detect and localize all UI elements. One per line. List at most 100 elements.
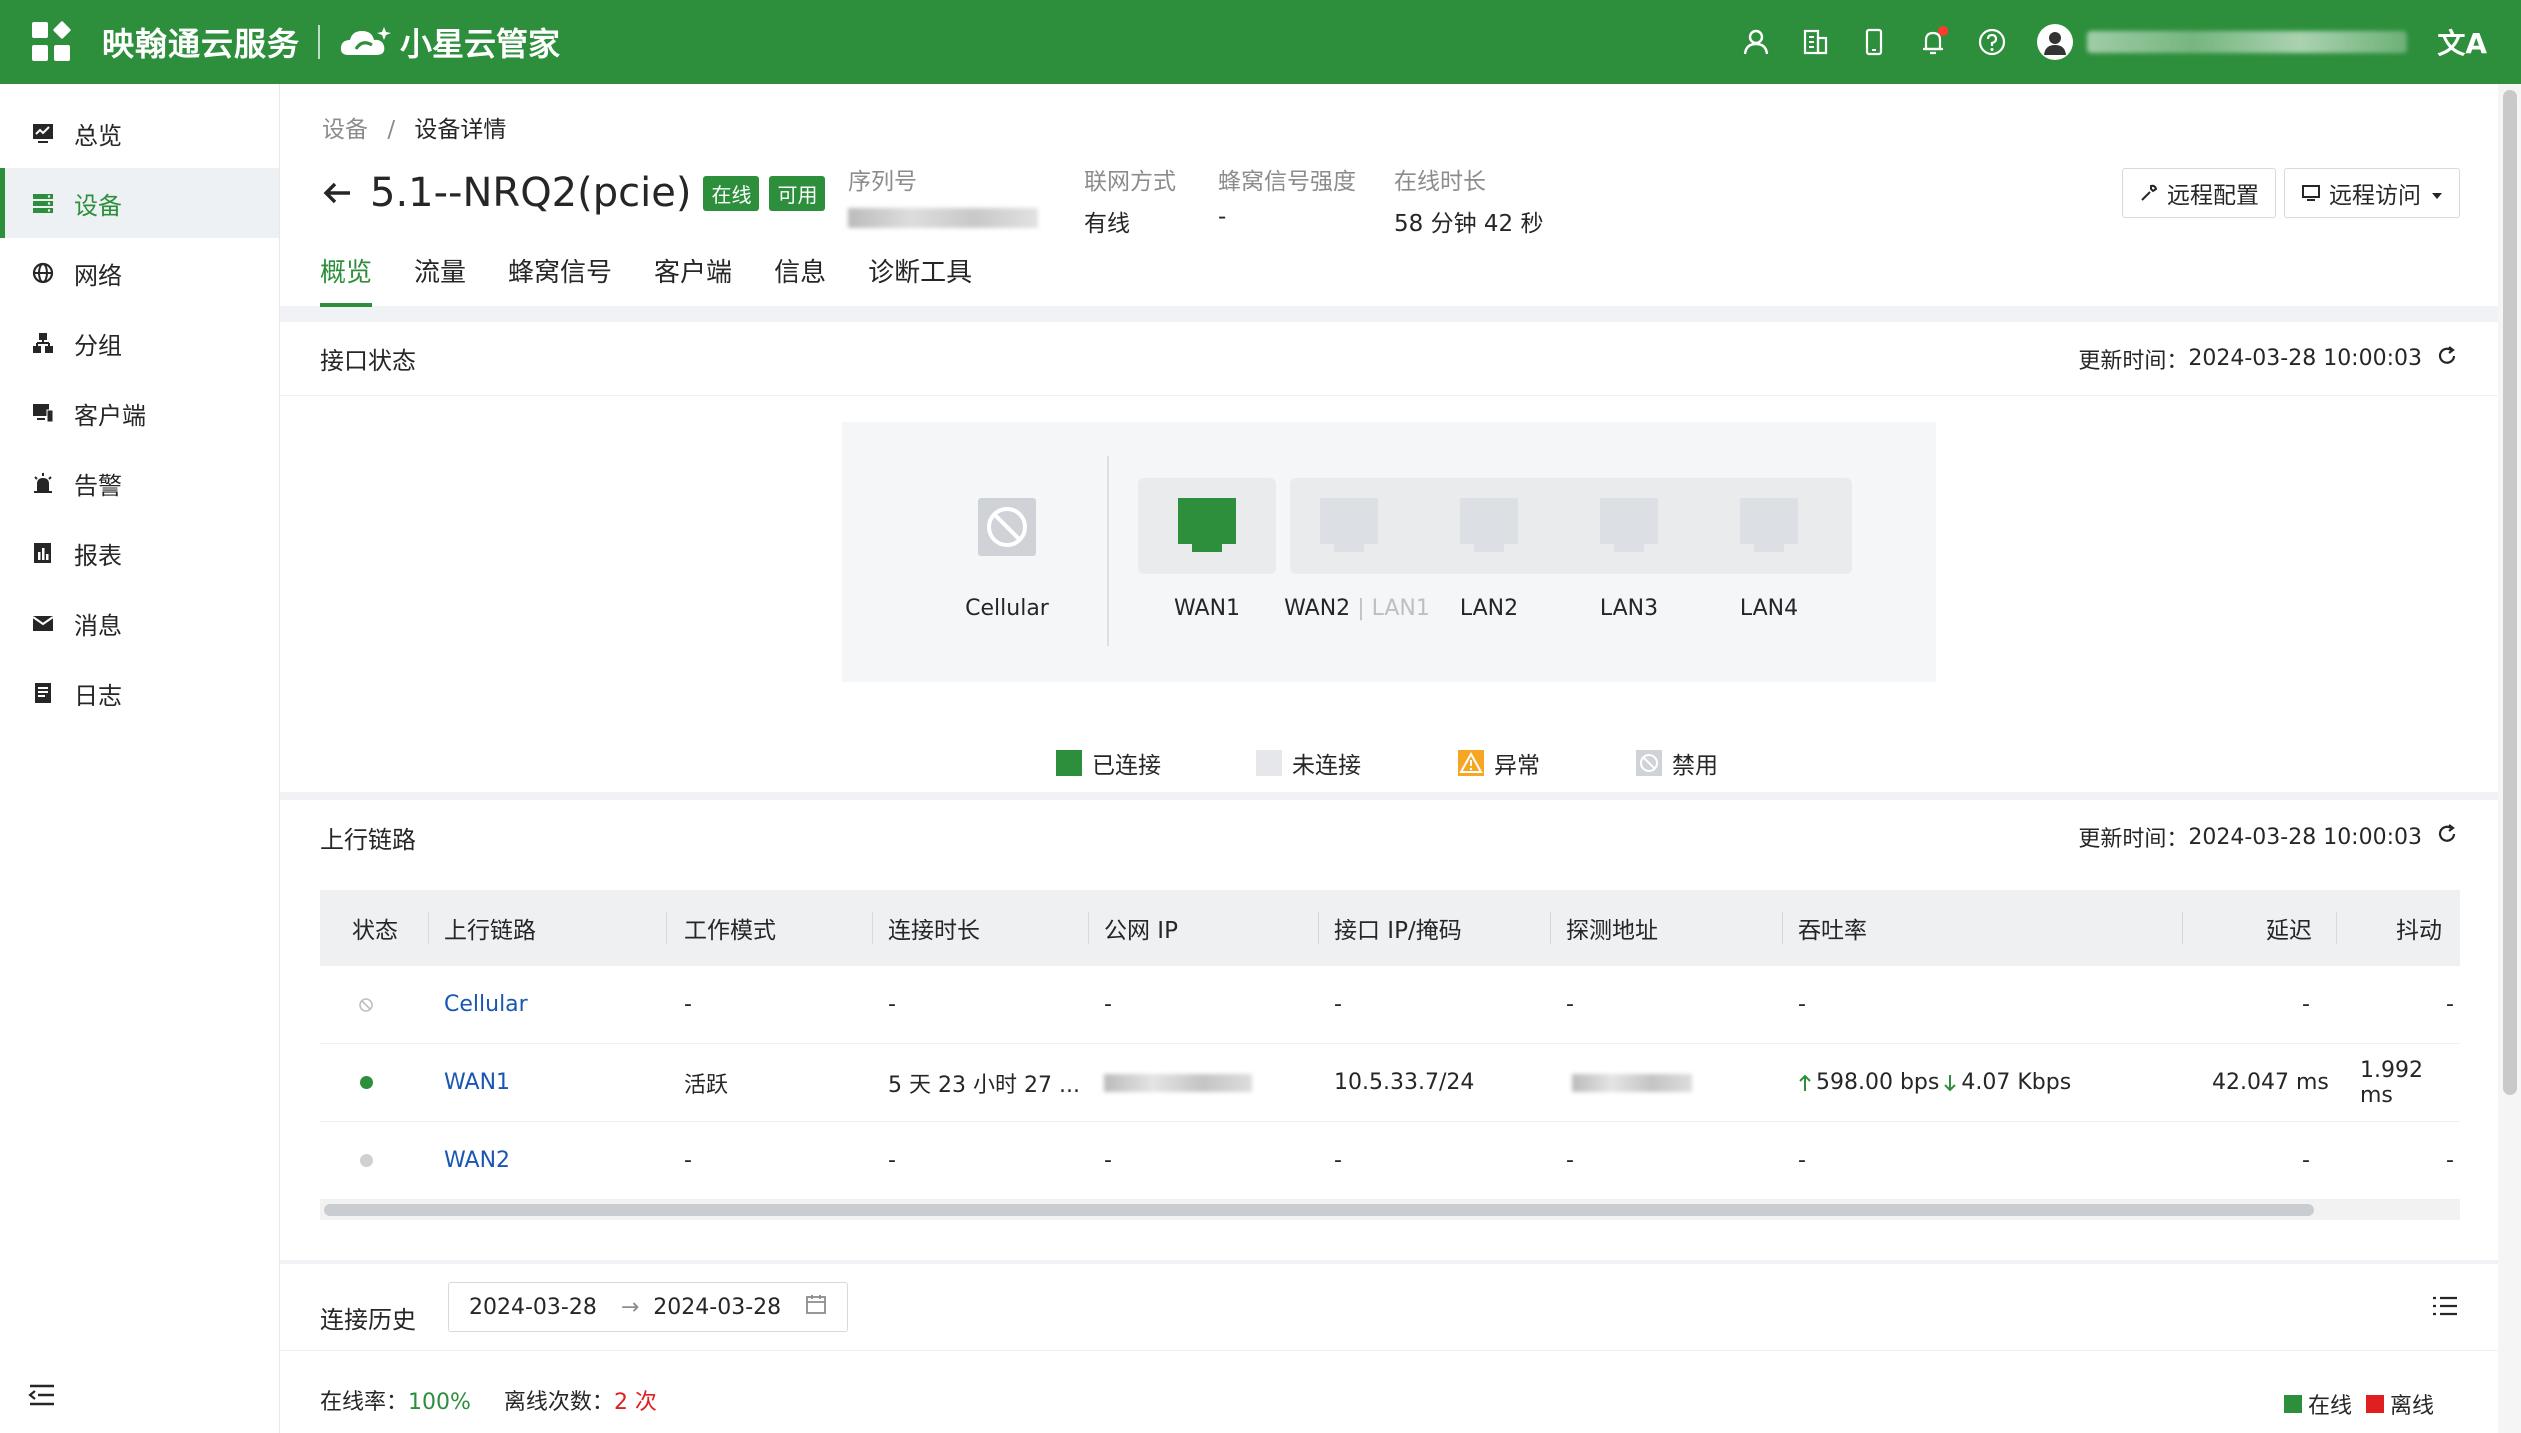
refresh-icon[interactable] bbox=[2436, 345, 2458, 373]
connection-meta: 联网方式 有线 bbox=[1084, 162, 1176, 238]
col-jitter: 抖动 bbox=[2396, 918, 2442, 944]
back-arrow-icon[interactable] bbox=[320, 176, 354, 210]
tab-cellular-signal[interactable]: 蜂窝信号 bbox=[508, 252, 612, 307]
user-name-redacted[interactable] bbox=[2087, 31, 2408, 53]
calendar-icon[interactable] bbox=[805, 1293, 827, 1321]
sidebar-item-label: 客户端 bbox=[74, 401, 146, 430]
cell-probe: - bbox=[1566, 992, 1574, 1017]
page-scrollbar-thumb[interactable] bbox=[2503, 90, 2517, 1095]
client-icon bbox=[32, 402, 54, 424]
mobile-icon[interactable] bbox=[1857, 25, 1891, 59]
connected-swatch bbox=[1056, 750, 1082, 776]
date-range-picker[interactable]: 2024-03-28 → 2024-03-28 bbox=[448, 1282, 848, 1332]
table-horizontal-scrollbar[interactable] bbox=[320, 1200, 2460, 1220]
sidebar-item-overview[interactable]: 总览 bbox=[0, 98, 279, 168]
offline-count-label: 离线次数： bbox=[503, 1390, 614, 1415]
uplink-name-link[interactable]: Cellular bbox=[444, 966, 528, 1043]
cell-mode: - bbox=[684, 992, 692, 1017]
date-end[interactable]: 2024-03-28 bbox=[653, 1295, 781, 1320]
main-content: 设备 / 设备详情 5.1--NRQ2(pcie) 在线 可用 序列号 联网方式… bbox=[280, 84, 2498, 1433]
uplink-card: 上行链路 更新时间： 2024-03-28 10:00:03 状态 上行链路 工… bbox=[280, 800, 2498, 1260]
sidebar-item-reports[interactable]: 报表 bbox=[0, 518, 279, 588]
legend-label: 未连接 bbox=[1292, 753, 1361, 779]
tab-overview[interactable]: 概览 bbox=[320, 252, 373, 307]
table-row[interactable]: WAN1 活跃 5 天 23 小时 27 ... 10.5.33.7/24 59… bbox=[320, 1044, 2460, 1122]
breadcrumb-current: 设备详情 bbox=[414, 117, 507, 143]
sidebar-item-devices[interactable]: 设备 bbox=[0, 168, 279, 238]
list-view-icon[interactable] bbox=[2432, 1294, 2458, 1324]
interface-status-title: 接口状态 bbox=[320, 347, 416, 375]
update-time-value: 2024-03-28 10:00:03 bbox=[2188, 824, 2422, 850]
port-lan4[interactable] bbox=[1740, 498, 1798, 562]
sidebar-item-network[interactable]: 网络 bbox=[0, 238, 279, 308]
port-label-lan2: LAN2 bbox=[1459, 596, 1519, 621]
language-icon[interactable]: 文A bbox=[2437, 22, 2487, 62]
brand-secondary-text: 小星云管家 bbox=[400, 25, 561, 63]
tab-traffic[interactable]: 流量 bbox=[414, 252, 466, 307]
connection-value: 有线 bbox=[1084, 211, 1130, 237]
update-label: 更新时间： bbox=[2078, 827, 2189, 852]
table-row[interactable]: WAN2 - - - - - - - - bbox=[320, 1122, 2460, 1200]
cell-duration: - bbox=[888, 992, 896, 1017]
tab-clients[interactable]: 客户端 bbox=[654, 252, 732, 307]
top-bar: 映翰通云服务 小星云管家 文A bbox=[0, 0, 2521, 84]
avatar[interactable] bbox=[2037, 24, 2074, 60]
legend-online-label: 在线 bbox=[2308, 1394, 2353, 1419]
uplink-title: 上行链路 bbox=[320, 825, 416, 854]
sidebar-item-label: 设备 bbox=[74, 191, 122, 220]
bell-icon[interactable] bbox=[1916, 25, 1950, 59]
remote-config-label: 远程配置 bbox=[2167, 183, 2259, 209]
server-icon bbox=[32, 192, 54, 214]
globe-icon bbox=[32, 262, 54, 284]
table-row[interactable]: Cellular - - - - - - - - bbox=[320, 966, 2460, 1044]
app-grid-icon[interactable] bbox=[32, 20, 72, 62]
signal-meta: 蜂窝信号强度 - bbox=[1218, 162, 1356, 230]
cell-mode: 活跃 bbox=[684, 1072, 729, 1098]
date-start[interactable]: 2024-03-28 bbox=[469, 1295, 597, 1320]
sidebar-item-alarms[interactable]: 告警 bbox=[0, 448, 279, 518]
arrow-up-icon bbox=[1799, 1074, 1811, 1091]
port-wan1[interactable] bbox=[1178, 498, 1236, 562]
remote-config-button[interactable]: 远程配置 bbox=[2122, 168, 2276, 218]
port-lan3[interactable] bbox=[1600, 498, 1658, 562]
refresh-icon[interactable] bbox=[2436, 823, 2458, 851]
help-icon[interactable] bbox=[1975, 25, 2009, 59]
online-rate-label: 在线率： bbox=[320, 1390, 409, 1415]
uplink-name-link[interactable]: WAN2 bbox=[444, 1122, 510, 1199]
sidebar-item-logs[interactable]: 日志 bbox=[0, 658, 279, 728]
legend-label: 已连接 bbox=[1092, 753, 1161, 779]
cell-probe-redacted bbox=[1572, 1044, 1692, 1121]
disabled-port-icon bbox=[978, 498, 1036, 556]
port-cellular[interactable] bbox=[978, 498, 1036, 562]
uplink-header: 上行链路 更新时间： 2024-03-28 10:00:03 bbox=[280, 800, 2498, 874]
remote-access-button[interactable]: 远程访问 bbox=[2284, 168, 2460, 218]
col-duration: 连接时长 bbox=[888, 918, 980, 944]
building-icon[interactable] bbox=[1798, 25, 1832, 59]
sidebar-item-clients[interactable]: 客户端 bbox=[0, 378, 279, 448]
legend-connected: 已连接 bbox=[1056, 746, 1161, 780]
cell-public-ip: - bbox=[1104, 992, 1112, 1017]
port-label-wan2-main: WAN2 bbox=[1284, 596, 1351, 621]
tab-info[interactable]: 信息 bbox=[774, 252, 826, 307]
cell-public-ip: - bbox=[1104, 1148, 1112, 1173]
connection-history-card: 连接历史 2024-03-28 → 2024-03-28 在线率：100% 离线… bbox=[280, 1264, 2498, 1433]
update-time-value: 2024-03-28 10:00:03 bbox=[2188, 346, 2422, 371]
col-status: 状态 bbox=[352, 918, 398, 944]
user-group-icon[interactable] bbox=[1739, 25, 1773, 59]
sidebar-item-label: 告警 bbox=[74, 471, 122, 500]
collapse-menu-icon[interactable] bbox=[28, 1383, 56, 1413]
port-wan2[interactable] bbox=[1320, 498, 1378, 562]
tab-diagnostics[interactable]: 诊断工具 bbox=[868, 252, 972, 307]
brand-divider bbox=[318, 25, 321, 59]
connection-label: 联网方式 bbox=[1084, 169, 1176, 195]
sidebar-item-messages[interactable]: 消息 bbox=[0, 588, 279, 658]
scrollbar-thumb[interactable] bbox=[324, 1204, 2314, 1216]
device-header: 设备 / 设备详情 5.1--NRQ2(pcie) 在线 可用 序列号 联网方式… bbox=[280, 84, 2498, 307]
sidebar-item-groups[interactable]: 分组 bbox=[0, 308, 279, 378]
uplink-name-link[interactable]: WAN1 bbox=[444, 1044, 510, 1121]
breadcrumb: 设备 / 设备详情 bbox=[322, 110, 506, 144]
port-lan2[interactable] bbox=[1460, 498, 1518, 562]
cell-interface-ip: - bbox=[1334, 1148, 1342, 1173]
breadcrumb-root[interactable]: 设备 bbox=[322, 117, 368, 143]
col-latency: 延迟 bbox=[2266, 918, 2312, 944]
